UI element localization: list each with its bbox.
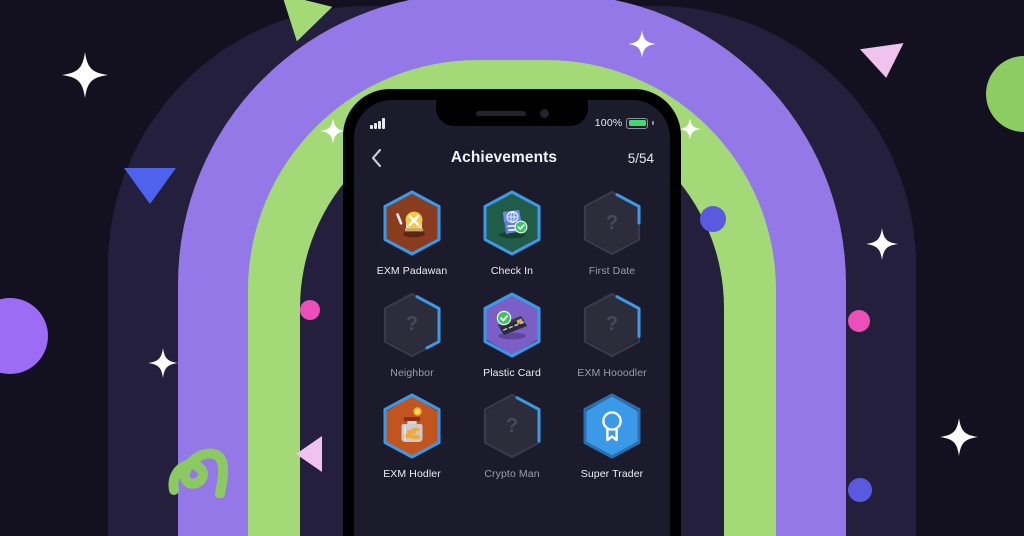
achievement-badge-locked[interactable]: ?	[580, 290, 644, 360]
green-circle-shape	[986, 56, 1024, 132]
achievement-badge-unlocked[interactable]	[480, 290, 544, 360]
badge-progress-ring	[583, 292, 641, 358]
chevron-left-icon	[371, 148, 382, 168]
achievement-label: First Date	[588, 265, 636, 277]
badge-ring	[480, 188, 544, 258]
achievement-badge-unlocked[interactable]	[380, 188, 444, 258]
blue-triangle-shape	[124, 168, 176, 204]
battery-cap	[652, 121, 654, 125]
badge-ring	[380, 391, 444, 461]
achievement-item[interactable]: Super Trader	[562, 391, 662, 481]
badge-ring	[480, 290, 544, 360]
achievement-badge-unlocked[interactable]	[580, 391, 644, 461]
achievement-item[interactable]: EXM Padawan	[362, 188, 462, 278]
achievement-label: Crypto Man	[484, 468, 540, 481]
illustration-canvas: 100% Achievements 5/54 EXM Padawan Check…	[0, 0, 1024, 536]
achievement-label: EXM Padawan	[376, 265, 448, 277]
battery-fill	[628, 119, 647, 127]
badge-ring-complete	[583, 393, 641, 459]
achievement-item[interactable]: Check In	[462, 188, 562, 278]
badge-progress-ring	[383, 292, 441, 358]
sparkle-star-icon	[940, 418, 978, 456]
purple-circle-shape	[0, 298, 48, 374]
battery-percent-label: 100%	[594, 117, 623, 129]
sparkle-star-icon	[62, 52, 108, 98]
achievement-badge-locked[interactable]: ?	[580, 188, 644, 258]
badge-ring-complete	[483, 190, 541, 256]
badge-ring-complete	[483, 292, 541, 358]
achievement-label: Super Trader	[580, 468, 644, 481]
achievement-label: Plastic Card	[483, 366, 541, 379]
pink-triangle-shape	[296, 436, 322, 472]
battery-indicator: 100%	[595, 117, 654, 129]
achievement-label: Check In	[490, 265, 534, 277]
achievement-badge-locked[interactable]: ?	[480, 391, 544, 461]
achievement-item[interactable]: ? Neighbor	[362, 290, 462, 380]
badge-ring	[580, 290, 644, 360]
achievement-badge-unlocked[interactable]	[380, 391, 444, 461]
pink-triangle-shape	[859, 43, 909, 81]
phone-notch	[436, 100, 588, 126]
sparkle-star-icon	[628, 30, 656, 58]
achievement-badge-unlocked[interactable]	[480, 188, 544, 258]
achievement-badge-locked[interactable]: ?	[380, 290, 444, 360]
phone-mockup: 100% Achievements 5/54 EXM Padawan Check…	[344, 90, 680, 536]
page-title: Achievements	[450, 149, 558, 166]
magenta-circle-shape	[300, 300, 320, 320]
app-header: Achievements 5/54	[354, 138, 670, 178]
indigo-circle-shape	[700, 206, 726, 232]
speaker-grille-icon	[475, 110, 526, 116]
badge-ring	[480, 391, 544, 461]
badge-ring	[580, 188, 644, 258]
back-button[interactable]	[370, 148, 396, 168]
achievement-item[interactable]: Plastic Card	[462, 290, 562, 380]
indigo-circle-shape	[848, 478, 872, 502]
badge-ring-complete	[383, 190, 441, 256]
achievement-item[interactable]: ? EXM Hooodler	[562, 290, 662, 380]
achievements-grid: EXM Padawan Check In? First Date? Neighbor	[354, 188, 670, 481]
badge-progress-ring	[583, 190, 641, 256]
magenta-circle-shape	[848, 310, 870, 332]
sparkle-star-icon	[148, 348, 178, 378]
sparkle-star-icon	[679, 118, 701, 140]
green-squiggle-shape	[162, 428, 242, 503]
front-camera-icon	[539, 108, 549, 118]
signal-bars-icon	[370, 117, 385, 129]
achievement-label: EXM Hooodler	[577, 366, 647, 379]
achievement-item[interactable]: ? First Date	[562, 188, 662, 278]
badge-progress-ring	[483, 393, 541, 459]
achievement-label: EXM Hodler	[383, 468, 441, 481]
sparkle-star-icon	[866, 228, 898, 260]
achievement-label: Neighbor	[390, 366, 434, 379]
sparkle-star-icon	[320, 118, 346, 144]
battery-full-icon	[626, 117, 649, 129]
phone-screen: 100% Achievements 5/54 EXM Padawan Check…	[354, 100, 670, 536]
badge-ring	[580, 391, 644, 461]
badge-ring	[380, 290, 444, 360]
achievement-item[interactable]: EXM Hodler	[362, 391, 462, 481]
badge-ring	[380, 188, 444, 258]
achievement-counter: 5/54	[627, 150, 654, 166]
badge-ring-complete	[383, 393, 441, 459]
achievement-item[interactable]: ? Crypto Man	[462, 391, 562, 481]
